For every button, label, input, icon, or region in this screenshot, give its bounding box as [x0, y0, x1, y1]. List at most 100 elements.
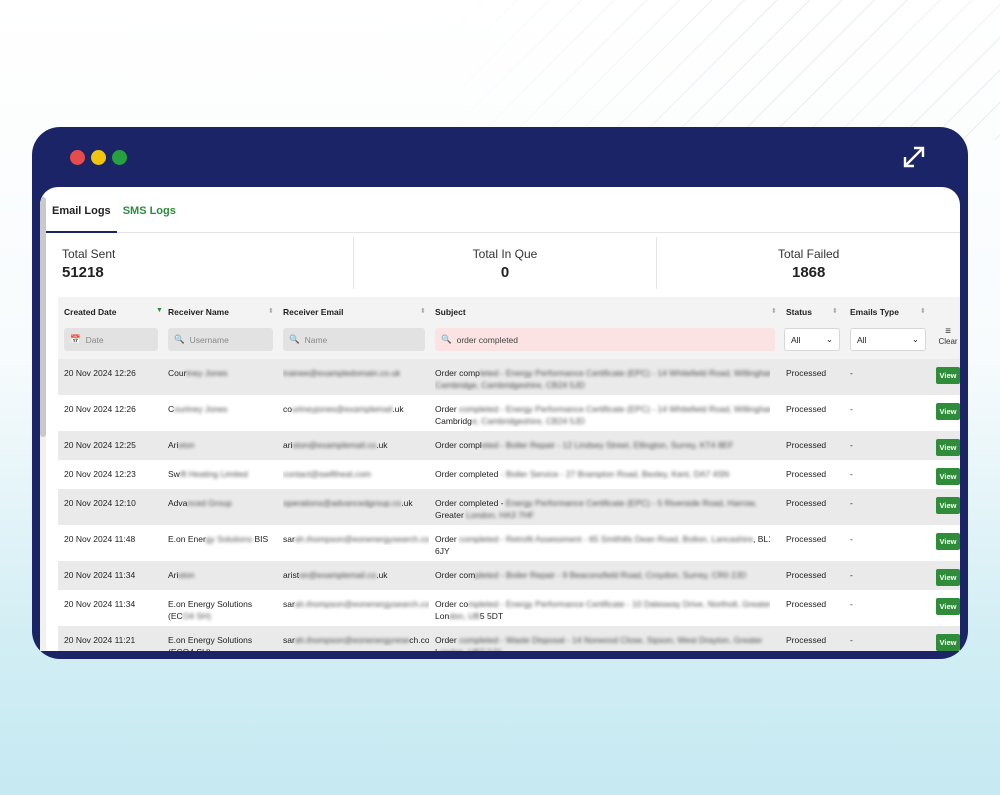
subject-cell: Order completed - Boiler Repair - 9 Beac… — [435, 569, 770, 581]
date-filter-input[interactable]: 📅 Date — [64, 328, 158, 351]
view-button[interactable]: View — [936, 497, 960, 514]
cell-text-part: E.on Energy Solutions — [168, 599, 253, 609]
tab-email-logs[interactable]: Email Logs — [46, 187, 117, 233]
table-row: 20 Nov 2024 12:23 Swift Heating Limited co… — [58, 460, 960, 489]
sort-icon[interactable]: ⬍ — [771, 307, 777, 315]
column-header-status[interactable]: Status — [786, 307, 812, 317]
cell-text-part: sar — [283, 635, 295, 645]
cell-text-part: - — [850, 570, 853, 580]
view-button[interactable]: View — [936, 598, 960, 615]
cell-text-part: O4 SH) — [182, 611, 211, 621]
clear-filters-button[interactable]: ≡ Clear — [936, 326, 960, 346]
stat-value: 51218 — [62, 264, 104, 281]
minimize-dot[interactable] — [91, 150, 106, 165]
expand-icon[interactable] — [900, 143, 928, 171]
subject-cell: Order completed - Energy Performance Cer… — [435, 403, 770, 427]
cell-text-part: (ECO4 SH) — [168, 647, 211, 651]
chevron-down-icon: ⌄ — [911, 334, 919, 344]
subject-filter-input[interactable]: 🔍 order completed — [435, 328, 775, 351]
tab-sms-logs[interactable]: SMS Logs — [117, 187, 182, 233]
sort-icon[interactable]: ⬍ — [920, 307, 926, 315]
scrollbar-thumb[interactable] — [40, 197, 46, 437]
cell-text-part: 20 Nov 2024 12:26 — [64, 404, 136, 414]
cell-text-part: 20 Nov 2024 11:48 — [64, 534, 136, 544]
type-filter-select[interactable]: All ⌄ — [850, 328, 926, 351]
cell-text-part: Order com — [435, 570, 476, 580]
cell-text-part: Ari — [168, 440, 179, 450]
cell-text-part: ah.thompson@eonenergyrese — [294, 635, 410, 645]
close-dot[interactable] — [70, 150, 85, 165]
window-controls — [70, 150, 127, 165]
stat-label: Total Failed — [777, 247, 840, 261]
cell-text-part: E.on Ener — [168, 534, 206, 544]
cell-text-part: Processed — [786, 534, 827, 544]
receiver-name-cell: Courtney Jones — [168, 367, 276, 379]
created-date-cell: 20 Nov 2024 12:26 — [64, 403, 160, 415]
sort-icon[interactable]: ⬍ — [268, 307, 274, 315]
cell-text-part: eted - Boiler Repair - 12 Lindsey Street… — [481, 440, 734, 450]
cell-text-part: (EC — [168, 611, 183, 621]
cell-text-part: Processed — [786, 498, 827, 508]
cell-text-part: Ari — [168, 570, 179, 580]
receiver-email-cell: contact@swiftheat.com — [283, 468, 429, 480]
view-button[interactable]: View — [936, 533, 960, 550]
cell-text-part: .uk — [376, 570, 388, 580]
subject-line: London, UB5 5DT — [435, 610, 770, 622]
cell-text-part: 20 Nov 2024 11:21 — [64, 635, 136, 645]
sort-desc-icon[interactable]: ▼ — [156, 307, 163, 314]
cell-text-part: Greater — [435, 510, 464, 520]
search-icon: 🔍 — [174, 334, 185, 344]
cell-text-part: - — [850, 635, 853, 645]
cell-text-part: - — [850, 599, 853, 609]
stat-label: Total In Que — [472, 247, 538, 261]
subject-filter-value: order completed — [456, 334, 519, 345]
stat-total-sent: Total Sent 51218 — [50, 237, 354, 289]
status-filter-select[interactable]: All ⌄ — [784, 328, 840, 351]
cell-text-part: Adva — [168, 498, 188, 508]
subject-line: London, UB7 0JY — [435, 646, 770, 651]
subject-line: 6JY — [435, 545, 770, 557]
view-button[interactable]: View — [936, 634, 960, 651]
maximize-dot[interactable] — [112, 150, 127, 165]
email-filter-input[interactable]: 🔍 Name — [283, 328, 425, 351]
receiver-name-cell: E.on Energy Solutions (ECO4 SH) — [168, 634, 276, 651]
cell-text-part: Processed — [786, 599, 827, 609]
subject-cell: Order completed - Energy Performance Cer… — [435, 367, 770, 391]
subject-line: Order completed - Boiler Service - 27 Br… — [435, 468, 770, 480]
cell-text-part: mpleted - Energy Performance Certificate… — [468, 599, 770, 609]
view-button[interactable]: View — [936, 569, 960, 586]
column-header-created-date[interactable]: Created Date — [64, 307, 116, 317]
table-row: 20 Nov 2024 12:25 Ariston ariston@examplem… — [58, 431, 960, 460]
table-row: 20 Nov 2024 12:26 Courtney Jones trainee@e… — [58, 359, 960, 395]
cell-text-part: contact@swiftheat.com — [283, 469, 371, 479]
column-header-emails-type[interactable]: Emails Type — [850, 307, 899, 317]
view-button[interactable]: View — [936, 403, 960, 420]
subject-cell: Order completed - Energy Performance Cer… — [435, 598, 770, 622]
column-header-subject[interactable]: Subject — [435, 307, 466, 317]
background-stripes — [420, 0, 1000, 140]
subject-line: Cambridge, Cambridgeshire, CB24 5JD — [435, 415, 770, 427]
cell-text-part: don, UB — [449, 611, 480, 621]
receiver-email-cell: ariston@examplemail.co.uk — [283, 439, 429, 451]
view-button[interactable]: View — [936, 439, 960, 456]
sort-icon[interactable]: ⬍ — [832, 307, 838, 315]
cell-text-part: , BL1 — [752, 534, 770, 544]
status-cell: Processed — [786, 468, 846, 480]
sort-icon[interactable]: ⬍ — [420, 307, 426, 315]
cell-text-part: Lon — [435, 611, 450, 621]
status-cell: Processed — [786, 497, 846, 509]
date-placeholder: Date — [85, 334, 104, 345]
emails-type-cell: - — [850, 403, 910, 415]
username-filter-input[interactable]: 🔍 Username — [168, 328, 273, 351]
column-header-receiver-name[interactable]: Receiver Name — [168, 307, 229, 317]
subject-line: Order completed - Energy Performance Cer… — [435, 403, 770, 415]
status-select-value: All — [791, 334, 801, 345]
column-header-receiver-email[interactable]: Receiver Email — [283, 307, 343, 317]
view-button[interactable]: View — [936, 367, 960, 384]
table-row: 20 Nov 2024 11:48 E.on Energy Solutions B… — [58, 525, 960, 561]
created-date-cell: 20 Nov 2024 12:10 — [64, 497, 160, 509]
view-button[interactable]: View — [936, 468, 960, 485]
created-date-cell: 20 Nov 2024 11:34 — [64, 598, 160, 610]
created-date-cell: 20 Nov 2024 12:26 — [64, 367, 160, 379]
cell-text-part: - — [850, 404, 853, 414]
